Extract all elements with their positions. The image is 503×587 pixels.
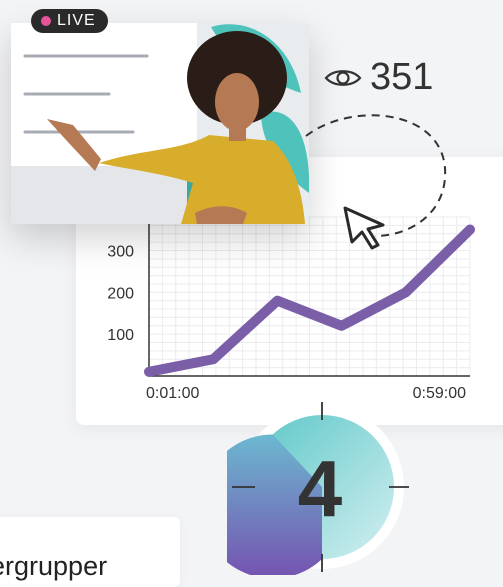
viewer-count-value: 351 (370, 56, 434, 98)
live-dot-icon (41, 16, 51, 26)
countdown-number: 4 (298, 444, 343, 533)
live-badge-label: LIVE (57, 12, 96, 29)
viewer-count: 351 (324, 56, 433, 99)
y-tick-label: 300 (107, 243, 134, 260)
countdown-timer: 4 (227, 402, 409, 575)
eye-icon (324, 69, 362, 86)
y-tick-label: 200 (107, 285, 134, 302)
y-tick-label: 100 (107, 327, 134, 344)
dashed-loop-arrow (305, 114, 447, 250)
live-video-thumbnail[interactable] (11, 23, 309, 224)
cursor-icon (343, 206, 385, 250)
group-card-text: ergrupper (0, 551, 108, 581)
group-card[interactable]: ergrupper (0, 517, 180, 587)
x-tick-label: 0:01:00 (146, 385, 199, 402)
live-badge: LIVE (31, 9, 108, 33)
x-tick-label: 0:59:00 (413, 385, 466, 402)
